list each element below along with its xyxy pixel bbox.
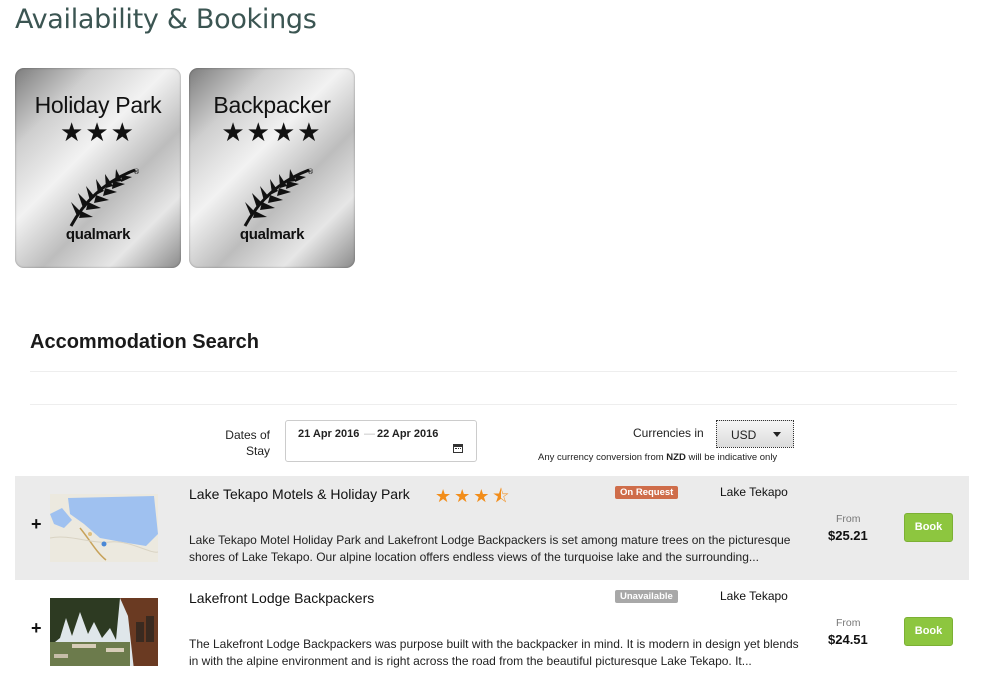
lodge-photo-image (50, 598, 158, 666)
price-value: $25.21 (828, 528, 868, 543)
price-from-label: From (836, 617, 861, 629)
badge-title: Backpacker (213, 92, 331, 118)
book-button[interactable]: Book (904, 617, 953, 646)
svg-text:®: ® (307, 168, 314, 176)
svg-text:®: ® (133, 168, 140, 176)
qualmark-backpacker-badge: Backpacker ★★★★ ® qualmark (189, 68, 355, 268)
date-to[interactable]: 22 Apr 2016 (377, 428, 438, 440)
calendar-icon[interactable] (453, 444, 463, 453)
currency-note-code: NZD (666, 452, 686, 463)
badge-title: Holiday Park (34, 92, 162, 118)
property-name-link[interactable]: Lake Tekapo Motels & Holiday Park (189, 486, 410, 502)
badge-brand: qualmark (65, 226, 131, 243)
status-badge: Unavailable (615, 590, 678, 603)
badge-stars: ★★★★ (221, 117, 323, 147)
expand-plus-icon[interactable]: + (31, 618, 42, 639)
map-thumbnail-image (50, 494, 158, 562)
currency-select[interactable]: USD (716, 420, 794, 448)
location-label: Lake Tekapo (720, 485, 788, 499)
price-from-label: From (836, 513, 861, 525)
location-label: Lake Tekapo (720, 589, 788, 603)
divider (30, 404, 957, 405)
property-thumbnail-map[interactable] (50, 494, 158, 562)
property-description: The Lakefront Lodge Backpackers was purp… (189, 637, 799, 668)
fern-logo-icon: ® (243, 168, 314, 227)
section-title: Accommodation Search (30, 331, 259, 353)
book-button[interactable]: Book (904, 513, 953, 542)
status-badge: On Request (615, 486, 679, 499)
property-name-link[interactable]: Lakefront Lodge Backpackers (189, 590, 374, 606)
price-value: $24.51 (828, 632, 868, 647)
chevron-down-icon (773, 432, 781, 437)
currency-note: Any currency conversion from NZD will be… (538, 452, 777, 463)
currency-value: USD (731, 428, 757, 442)
property-description: Lake Tekapo Motel Holiday Park and Lakef… (189, 533, 791, 564)
dates-of-stay-label: Dates of Stay (214, 427, 270, 459)
date-from[interactable]: 21 Apr 2016 (298, 428, 359, 440)
currency-note-prefix: Any currency conversion from (538, 452, 667, 463)
badge-stars: ★★★ (60, 117, 136, 147)
currency-note-suffix: will be indicative only (685, 452, 778, 463)
qualmark-holiday-park-badge: Holiday Park ★★★ ® qualmark (15, 68, 181, 268)
badge-brand: qualmark (239, 226, 305, 243)
fern-logo-icon: ® (69, 168, 140, 227)
page-title: Availability & Bookings (15, 4, 317, 35)
dates-label-line2: Stay (245, 444, 270, 458)
expand-plus-icon[interactable]: + (31, 514, 42, 535)
result-row: + Lake Tekapo Motels & Holiday Park ★★★⯪… (15, 476, 969, 580)
date-separator: — (364, 428, 375, 440)
star-rating: ★★★⯪ (435, 486, 513, 506)
dates-label-line1: Dates of (225, 428, 270, 442)
property-thumbnail-photo[interactable] (50, 598, 158, 666)
date-range-picker[interactable]: 21 Apr 2016 — 22 Apr 2016 (285, 420, 477, 462)
currency-label: Currencies in (633, 426, 704, 440)
result-row: + Lakefront Lodge Backpackers Unavailabl… (15, 580, 969, 684)
divider (30, 371, 957, 372)
